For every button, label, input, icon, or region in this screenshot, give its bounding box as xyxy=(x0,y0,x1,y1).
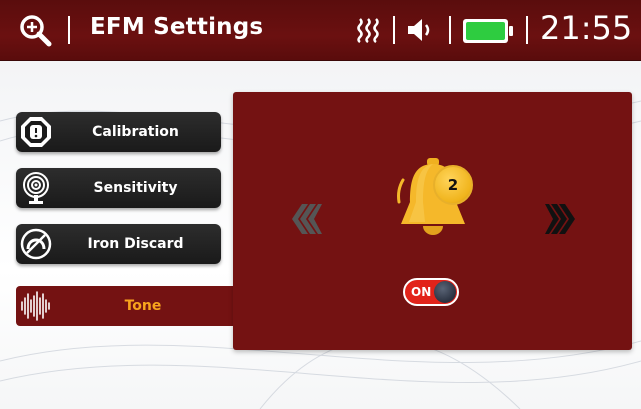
sidebar-item-label: Calibration xyxy=(92,124,179,140)
sensitivity-icon xyxy=(23,172,49,204)
page-title: EFM Settings xyxy=(90,14,264,40)
toggle-knob xyxy=(434,281,456,303)
clock: 21:55 xyxy=(540,9,633,47)
tone-toggle-switch[interactable]: ON xyxy=(403,278,459,306)
sidebar-item-sensitivity[interactable]: Sensitivity xyxy=(16,168,221,208)
sidebar-item-iron-discard[interactable]: Iron Discard xyxy=(16,224,221,264)
content-area: Calibration Sensitivity Iron Discard Ton… xyxy=(0,61,641,409)
sidebar-item-tone[interactable]: Tone xyxy=(16,286,236,326)
volume-icon[interactable] xyxy=(406,17,436,43)
header-divider xyxy=(449,16,451,44)
sidebar-item-label: Sensitivity xyxy=(93,180,178,196)
toggle-label: ON xyxy=(411,285,432,299)
sidebar-item-label: Iron Discard xyxy=(87,236,184,252)
signal-icon xyxy=(357,18,379,43)
chevrons-left-icon[interactable] xyxy=(288,202,322,236)
top-bar: EFM Settings 21:55 xyxy=(0,0,641,61)
zoom-icon[interactable] xyxy=(18,13,52,47)
tone-waveform-icon xyxy=(21,291,50,321)
header-divider xyxy=(526,16,528,44)
calibration-icon xyxy=(21,117,51,147)
chevrons-right-icon[interactable] xyxy=(545,202,579,236)
bell-icon xyxy=(397,158,465,235)
tone-number-badge: 2 xyxy=(433,165,473,205)
iron-discard-icon xyxy=(20,228,52,260)
tone-panel: 2 ON xyxy=(233,92,632,350)
sidebar-item-label: Tone xyxy=(124,298,162,314)
battery-icon xyxy=(463,19,513,43)
header-divider xyxy=(393,16,395,44)
sidebar-item-calibration[interactable]: Calibration xyxy=(16,112,221,152)
header-divider xyxy=(68,16,70,44)
